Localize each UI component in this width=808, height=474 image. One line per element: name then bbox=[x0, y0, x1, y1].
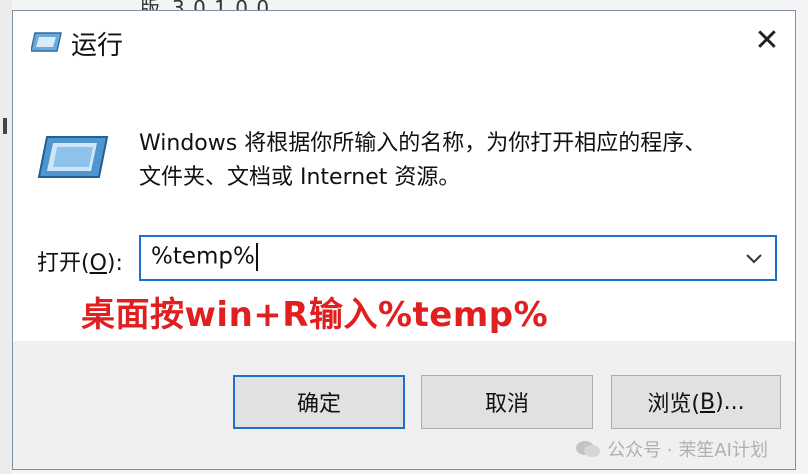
close-button[interactable]: ✕ bbox=[739, 11, 795, 69]
open-input[interactable]: %temp% bbox=[151, 243, 258, 271]
wechat-icon bbox=[576, 441, 601, 457]
dialog-content: Windows 将根据你所输入的名称，为你打开相应的程序、 文件夹、文档或 In… bbox=[13, 71, 795, 341]
text-caret bbox=[255, 243, 258, 271]
run-dialog: 运行 ✕ Windows 将根据你所输入的名称，为你打开相应的程序、 文件夹、文… bbox=[12, 10, 796, 470]
background-mark bbox=[3, 118, 7, 134]
background-left-edge bbox=[0, 0, 12, 474]
close-icon: ✕ bbox=[754, 22, 780, 58]
red-annotation: 桌面按win+R输入%temp% bbox=[81, 295, 549, 335]
cancel-button[interactable]: 取消 bbox=[421, 375, 593, 429]
title-bar: 运行 ✕ bbox=[13, 11, 795, 71]
run-icon bbox=[31, 32, 62, 52]
open-combobox[interactable]: %temp% bbox=[139, 235, 777, 281]
dialog-title: 运行 bbox=[71, 31, 124, 61]
dialog-description: Windows 将根据你所输入的名称，为你打开相应的程序、 文件夹、文档或 In… bbox=[139, 127, 779, 195]
ok-button[interactable]: 确定 bbox=[233, 375, 405, 429]
watermark: 公众号 · 茉笙AI计划 bbox=[575, 436, 768, 462]
chevron-down-icon[interactable] bbox=[741, 245, 767, 271]
open-field-label: 打开(O): bbox=[37, 251, 123, 276]
browse-button[interactable]: 浏览(B)... bbox=[611, 375, 781, 429]
description-line-1: Windows 将根据你所输入的名称，为你打开相应的程序、 bbox=[139, 131, 707, 156]
watermark-text: 公众号 · 茉笙AI计划 bbox=[607, 440, 768, 461]
run-program-icon bbox=[37, 136, 109, 178]
description-line-2: 文件夹、文档或 Internet 资源。 bbox=[139, 165, 461, 190]
